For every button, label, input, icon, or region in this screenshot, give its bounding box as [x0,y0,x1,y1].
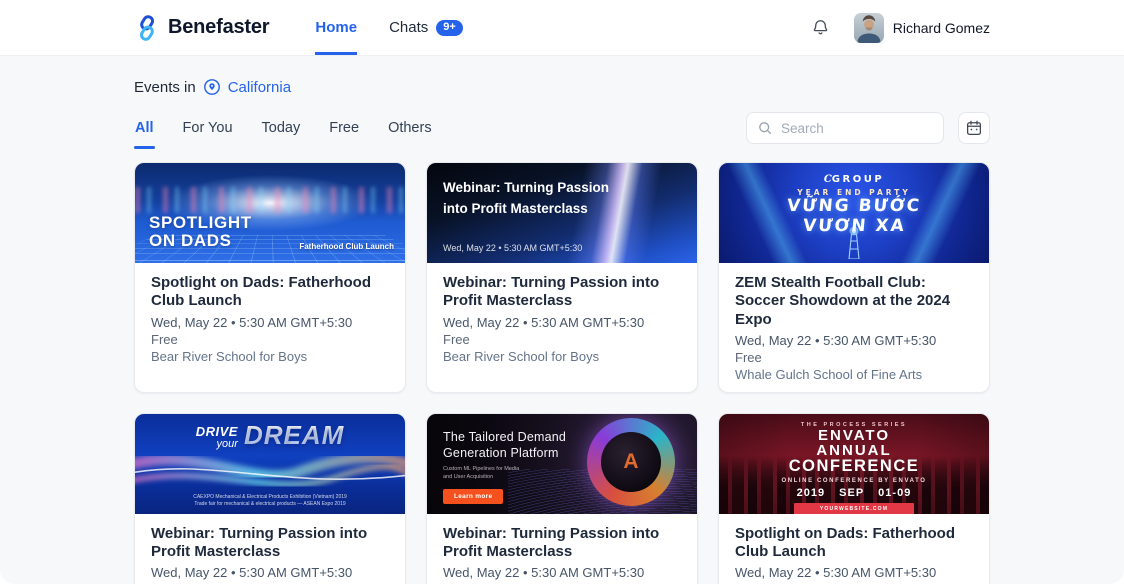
card-body: Webinar: Turning Passion into Profit Mas… [135,514,405,584]
event-banner-demand-platform: A The Tailored Demand Generation Platfor… [427,414,697,514]
tab-all[interactable]: All [134,118,155,138]
event-card-webinar-3[interactable]: A The Tailored Demand Generation Platfor… [426,413,698,584]
user-name[interactable]: Richard Gomez [893,20,990,36]
calendar-button[interactable] [958,112,990,144]
event-price: Free [443,332,681,347]
event-title: Webinar: Turning Passion into Profit Mas… [443,274,681,311]
banner-heading: SPOTLIGHT ON DADS [149,214,252,251]
event-datetime: Wed, May 22 • 5:30 AM GMT+5:30 [443,315,681,330]
events-in-label: Events in [134,79,196,96]
event-venue: Bear River School for Boys [443,349,681,364]
tab-for-you[interactable]: For You [182,118,234,138]
event-banner-drive-dream: DRIVE your DREAM CAEXPO Mechanical & Ele… [135,414,405,514]
event-venue: Bear River School for Boys [151,349,389,364]
banner-date: Wed, May 22 • 5:30 AM GMT+5:30 [443,243,582,253]
event-banner-spotlight: SPOTLIGHT ON DADS Fatherhood Club Launch [135,163,405,263]
event-card-webinar-2[interactable]: DRIVE your DREAM CAEXPO Mechanical & Ele… [134,413,406,584]
event-datetime: Wed, May 22 • 5:30 AM GMT+5:30 [151,565,389,580]
calendar-icon [965,119,983,137]
brand-logo[interactable]: Benefaster [134,0,269,55]
event-card-zem-soccer[interactable]: CGROUP YEAR END PARTY VỮNG BƯỚC VƯƠN XA … [718,162,990,393]
events-location-row: Events in California [134,78,990,96]
search-icon [757,120,773,136]
nav-item-home[interactable]: Home [315,0,357,55]
filter-toolbar: All For You Today Free Others [134,112,990,144]
card-body: ZEM Stealth Football Club: Soccer Showdo… [719,263,989,392]
event-venue: Whale Gulch School of Fine Arts [735,367,973,382]
tab-today[interactable]: Today [261,118,302,138]
event-banner-envato-conference: THE PROCESS SERIES ENVATO ANNUAL CONFERE… [719,414,989,514]
search-box[interactable] [746,112,944,144]
tab-others[interactable]: Others [387,118,433,138]
filter-tabs: All For You Today Free Others [134,118,433,138]
nav-item-chats[interactable]: Chats 9+ [389,0,463,55]
event-datetime: Wed, May 22 • 5:30 AM GMT+5:30 [151,315,389,330]
event-price: Free [151,332,389,347]
sphere-graphic: A [587,418,675,506]
banner-heading: DRIVE your DREAM [135,422,405,450]
nav-chats-label: Chats [389,19,428,36]
event-title: Spotlight on Dads: Fatherhood Club Launc… [151,274,389,311]
event-title: Webinar: Turning Passion into Profit Mas… [443,525,681,562]
event-card-spotlight-dads-2[interactable]: THE PROCESS SERIES ENVATO ANNUAL CONFERE… [718,413,990,584]
banner-cta-button: Learn more [443,489,503,504]
card-body: Webinar: Turning Passion into Profit Mas… [427,514,697,584]
event-datetime: Wed, May 22 • 5:30 AM GMT+5:30 [735,565,973,580]
event-price: Free [735,350,973,365]
top-header: Benefaster Home Chats 9+ [0,0,1124,56]
sphere-letter: A [623,450,638,474]
event-title: Webinar: Turning Passion into Profit Mas… [151,525,389,562]
map-pin-icon [203,78,221,96]
card-body: Webinar: Turning Passion into Profit Mas… [427,263,697,374]
brand-name: Benefaster [168,16,269,39]
chats-count-badge: 9+ [436,20,463,36]
event-title: ZEM Stealth Football Club: Soccer Showdo… [735,274,973,329]
event-banner-year-end-party: CGROUP YEAR END PARTY VỮNG BƯỚC VƯƠN XA [719,163,989,263]
main-content: Events in California All For You Today F… [0,78,1124,584]
banner-tag: Fatherhood Club Launch [299,242,394,251]
toolbar-right [746,112,990,144]
header-right-cluster: Richard Gomez [811,0,990,55]
event-banner-webinar: Webinar: Turning Passion into Profit Mas… [427,163,697,263]
tab-free[interactable]: Free [328,118,360,138]
event-card-spotlight-dads-1[interactable]: SPOTLIGHT ON DADS Fatherhood Club Launch… [134,162,406,393]
location-link[interactable]: California [228,79,291,96]
event-datetime: Wed, May 22 • 5:30 AM GMT+5:30 [735,333,973,348]
banner-cta-button: YOURWEBSITE.COM [794,503,914,514]
banner-heading: The Tailored Demand Generation Platform … [443,430,566,504]
banner-heading: THE PROCESS SERIES ENVATO ANNUAL CONFERE… [719,414,989,514]
banner-heading: CGROUP YEAR END PARTY VỮNG BƯỚC VƯƠN XA [719,163,989,263]
banner-heading: Webinar: Turning Passion into Profit Mas… [443,178,609,220]
notifications-bell-icon[interactable] [811,18,830,37]
event-title: Spotlight on Dads: Fatherhood Club Launc… [735,525,973,562]
event-card-webinar-1[interactable]: Webinar: Turning Passion into Profit Mas… [426,162,698,393]
card-body: Spotlight on Dads: Fatherhood Club Launc… [135,263,405,374]
chain-links-icon [134,15,160,41]
banner-fineprint: CAEXPO Mechanical & Electrical Products … [135,494,405,509]
event-card-grid: SPOTLIGHT ON DADS Fatherhood Club Launch… [134,162,990,584]
search-input[interactable] [781,121,933,136]
nav-home-label: Home [315,19,357,36]
app-window: Benefaster Home Chats 9+ [0,0,1124,584]
avatar[interactable] [854,13,884,43]
card-body: Spotlight on Dads: Fatherhood Club Launc… [719,514,989,584]
main-nav: Home Chats 9+ [315,0,462,55]
event-datetime: Wed, May 22 • 5:30 AM GMT+5:30 [443,565,681,580]
